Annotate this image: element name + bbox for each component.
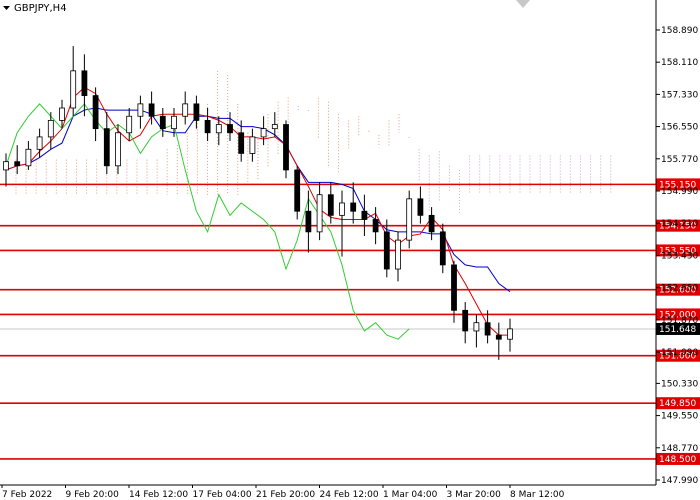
x-tick-label: 9 Feb 20:00 — [66, 490, 120, 500]
x-tick-label: 1 Mar 04:00 — [383, 490, 438, 500]
candle-body — [70, 70, 77, 109]
candle-body — [103, 128, 110, 167]
symbol-label: GBPJPY,H4 — [14, 3, 67, 14]
candle-body — [137, 103, 144, 117]
candle-body — [171, 115, 177, 130]
candle-body — [383, 231, 390, 270]
candle-body — [126, 115, 133, 134]
candle-body — [305, 210, 312, 233]
candle-body — [316, 194, 323, 233]
candle-body — [81, 70, 88, 97]
candle-body — [439, 231, 446, 266]
candle-body — [428, 214, 435, 233]
level-price-label: 148.500 — [659, 455, 696, 465]
candle-body — [271, 124, 278, 130]
candle-body — [283, 124, 289, 171]
candle-body — [361, 210, 368, 220]
y-tick-label: 149.550 — [661, 412, 698, 422]
y-tick-label: 147.990 — [661, 476, 698, 486]
candle-body — [294, 169, 301, 212]
x-tick-label: 14 Feb 12:00 — [129, 490, 188, 500]
candle-body — [451, 264, 457, 311]
candle-body — [92, 95, 99, 130]
candle-body — [473, 322, 480, 332]
candle-body — [417, 198, 424, 216]
candle-body — [327, 194, 334, 216]
candle-body — [204, 119, 211, 134]
candle-body — [350, 202, 357, 212]
candle-body — [25, 148, 32, 167]
y-tick-label: 154.990 — [661, 187, 698, 197]
candle-body — [59, 107, 65, 121]
candle-body — [159, 115, 166, 130]
level-price-label: 149.850 — [659, 399, 696, 409]
candle-body — [507, 328, 513, 340]
candle-body — [484, 322, 491, 336]
x-tick-label: 3 Mar 20:00 — [447, 490, 502, 500]
x-tick-label: 17 Feb 04:00 — [193, 490, 252, 500]
candle-body — [372, 219, 379, 233]
candle-body — [115, 132, 121, 167]
y-tick-label: 155.770 — [661, 155, 698, 165]
y-tick-label: 153.430 — [661, 251, 698, 261]
candle-body — [339, 202, 345, 216]
candle-body — [36, 136, 43, 150]
x-tick-label: 7 Feb 2022 — [2, 490, 52, 500]
candle-body — [182, 103, 189, 117]
y-tick-label: 151.090 — [661, 348, 698, 358]
candle-body — [249, 136, 256, 154]
candle-body — [495, 334, 502, 340]
x-tick-label: 24 Feb 12:00 — [320, 490, 379, 500]
x-tick-label: 8 Mar 12:00 — [510, 490, 565, 500]
candle-body — [260, 128, 267, 138]
candle-body — [406, 198, 413, 241]
candle-body — [47, 119, 54, 138]
candle-body — [3, 161, 9, 171]
y-tick-label: 152.650 — [661, 284, 698, 294]
y-tick-label: 151.870 — [661, 316, 698, 326]
candle-body — [215, 124, 222, 134]
candle-body — [238, 132, 245, 154]
y-tick-label: 158.890 — [661, 26, 698, 36]
current-price-label: 151.648 — [659, 325, 696, 335]
y-tick-label: 157.330 — [661, 90, 698, 100]
candle-body — [462, 309, 469, 332]
candle-body — [193, 103, 200, 121]
y-tick-label: 156.550 — [661, 123, 698, 133]
x-tick-label: 21 Feb 20:00 — [256, 490, 315, 500]
y-tick-label: 154.210 — [661, 219, 698, 229]
y-tick-label: 158.110 — [661, 58, 698, 68]
candle-body — [227, 124, 233, 134]
y-tick-label: 150.330 — [661, 379, 698, 389]
y-tick-label: 148.770 — [661, 444, 698, 454]
price-chart[interactable]: 155.150154.150153.550152.600152.000151.0… — [0, 0, 700, 500]
candle-body — [395, 239, 401, 270]
candle-body — [14, 161, 21, 167]
candle-body — [148, 103, 155, 117]
